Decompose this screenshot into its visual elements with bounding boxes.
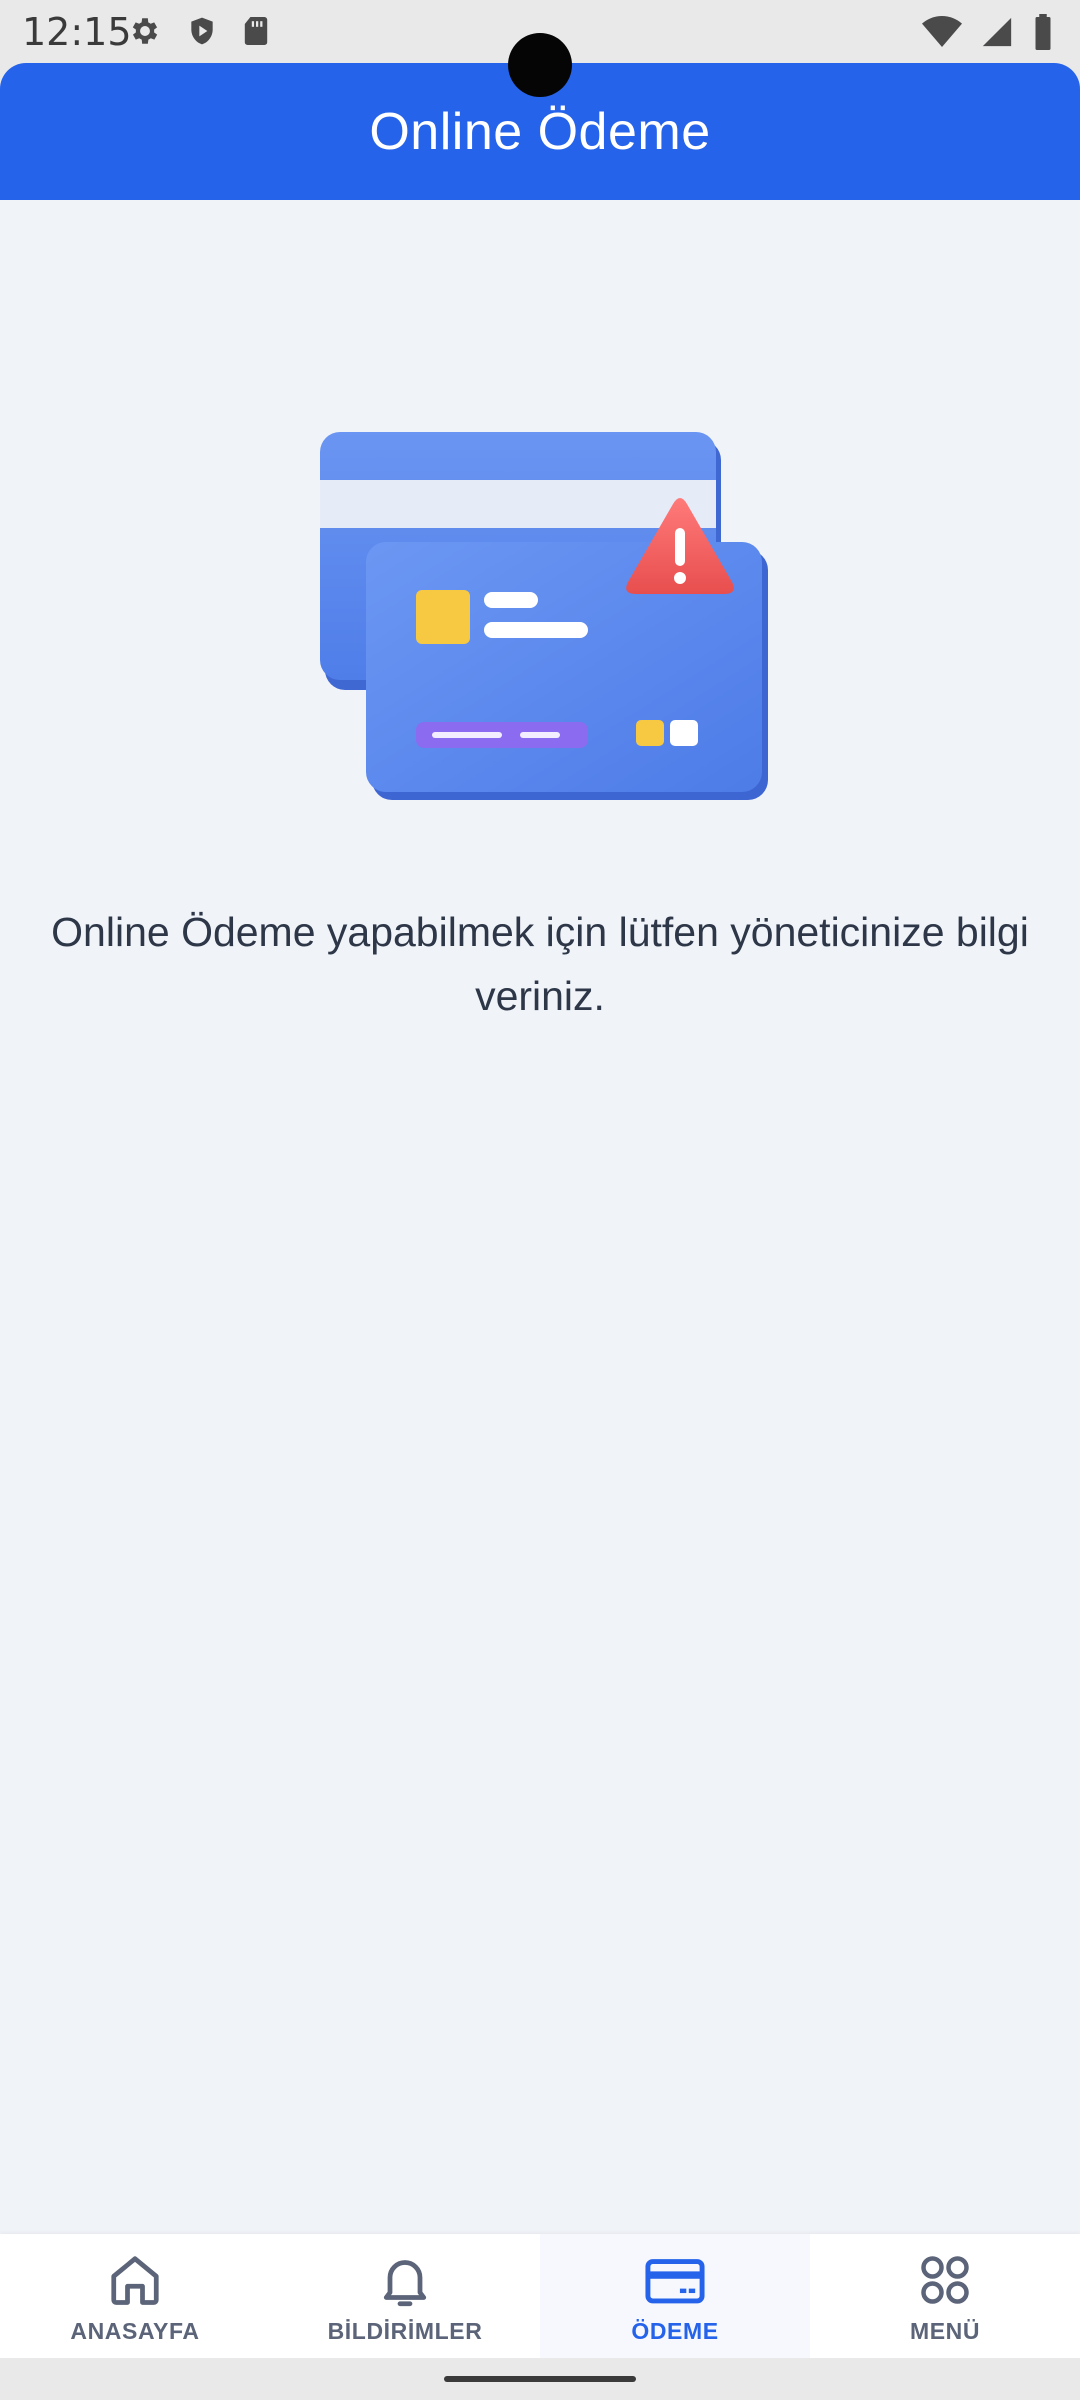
grid-circles-icon xyxy=(913,2248,977,2312)
gesture-area xyxy=(0,2358,1080,2400)
payment-info-message: Online Ödeme yapabilmek için lütfen yöne… xyxy=(51,909,1029,1019)
nav-label-odeme: ÖDEME xyxy=(631,2318,719,2344)
shield-icon xyxy=(186,14,218,53)
wifi-icon xyxy=(922,15,962,54)
nav-item-menu[interactable]: MENÜ xyxy=(810,2234,1080,2358)
battery-icon xyxy=(1032,14,1054,55)
credit-card-icon xyxy=(643,2248,707,2312)
page-title: Online Ödeme xyxy=(369,102,711,161)
device-screen: 12:15 Online Ödeme Online Ödeme yapabilm… xyxy=(0,0,1080,2400)
camera-cutout xyxy=(508,33,572,97)
nav-item-odeme[interactable]: ÖDEME xyxy=(540,2234,810,2358)
status-time: 12:15 xyxy=(22,10,132,54)
bottom-navigation: ANASAYFA BİLDİRİMLER ÖDEME MENÜ xyxy=(0,2234,1080,2358)
status-icons-right xyxy=(922,14,1054,55)
nav-label-anasayfa: ANASAYFA xyxy=(70,2318,200,2344)
main-content: Online Ödeme yapabilmek için lütfen yöne… xyxy=(0,200,1080,2234)
sd-card-icon xyxy=(242,14,270,53)
nav-label-bildirimler: BİLDİRİMLER xyxy=(327,2318,483,2344)
nav-item-bildirimler[interactable]: BİLDİRİMLER xyxy=(270,2234,540,2358)
signal-icon xyxy=(980,15,1014,54)
credit-card-warning-icon xyxy=(320,432,770,812)
nav-item-anasayfa[interactable]: ANASAYFA xyxy=(0,2234,270,2358)
home-icon xyxy=(103,2248,167,2312)
status-icons-left xyxy=(128,14,270,53)
nav-label-menu: MENÜ xyxy=(909,2318,981,2344)
gear-icon xyxy=(128,14,162,53)
bell-icon xyxy=(373,2248,437,2312)
home-gesture-handle[interactable] xyxy=(444,2376,636,2382)
